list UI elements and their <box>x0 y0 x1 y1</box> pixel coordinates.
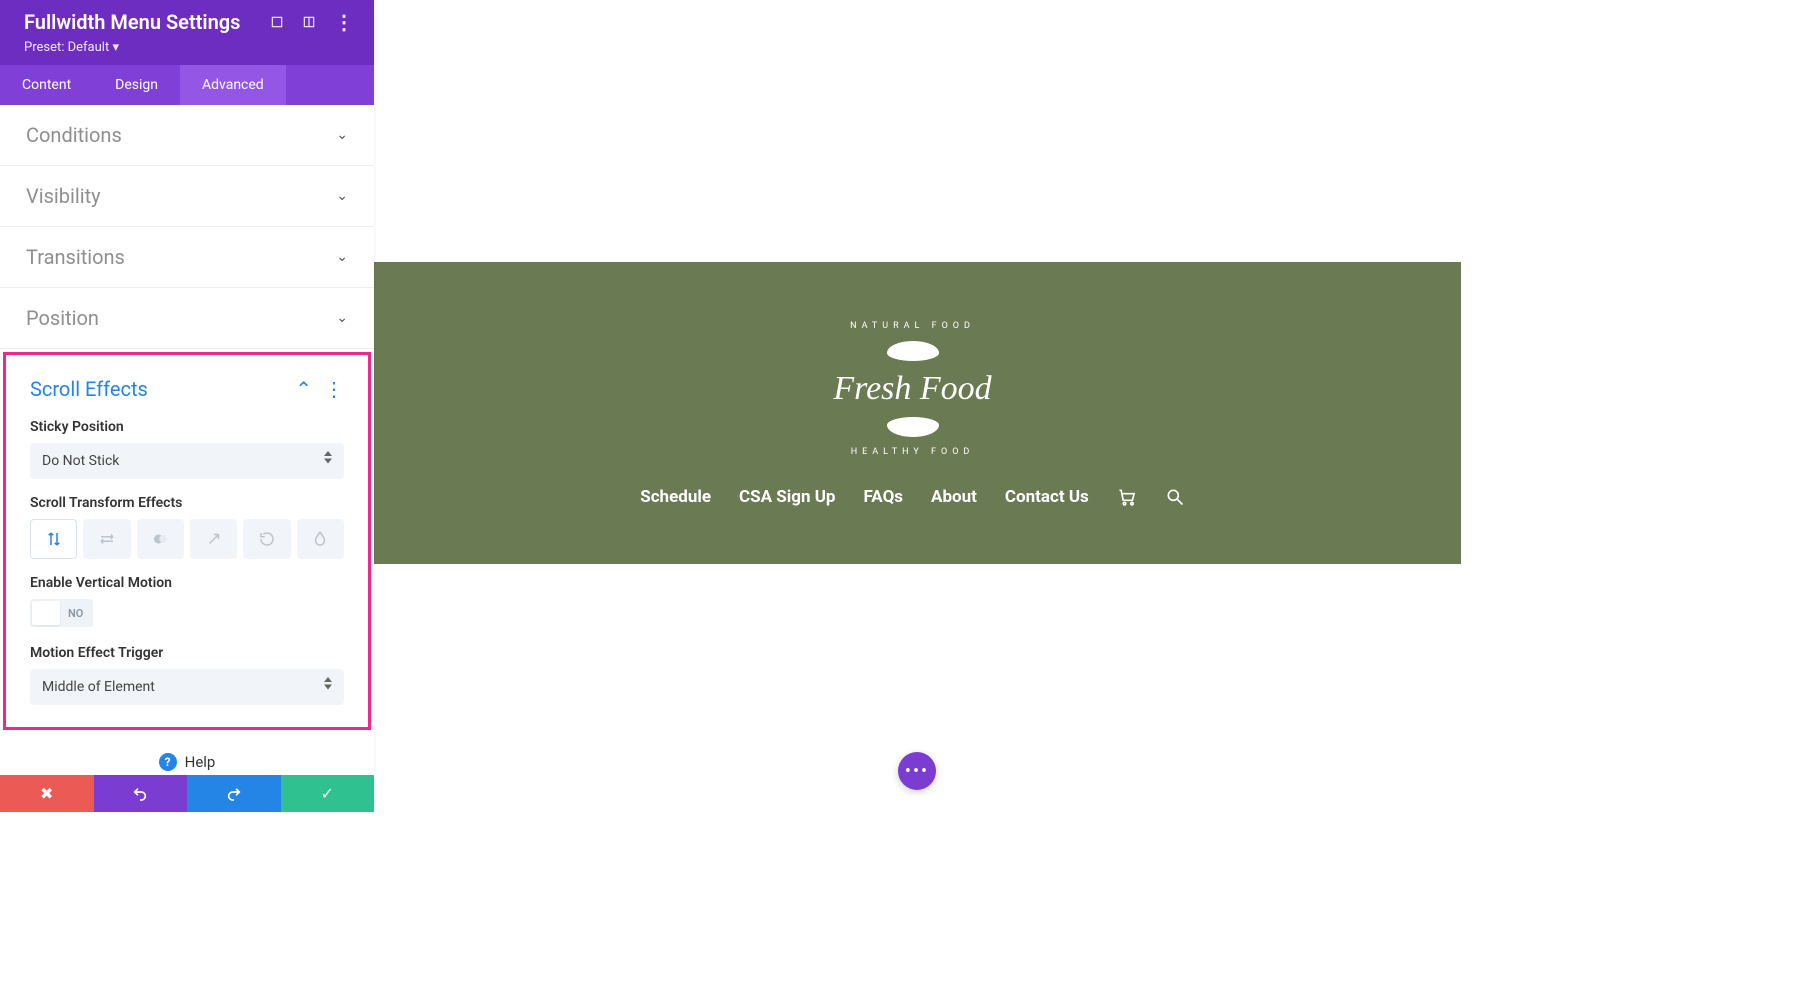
effect-rotate[interactable] <box>243 519 290 559</box>
close-button[interactable]: ✖ <box>0 775 94 812</box>
preview-menu-band: NATURAL FOOD Fresh Food HEALTHY FOOD Sch… <box>364 262 1461 564</box>
transform-effects-label: Scroll Transform Effects <box>30 495 344 511</box>
nav-about[interactable]: About <box>931 487 977 507</box>
toggle-label: NO <box>60 607 91 620</box>
tab-advanced[interactable]: Advanced <box>180 65 286 105</box>
section-conditions[interactable]: Conditions⌄ <box>0 105 374 165</box>
chevron-down-icon: ⌄ <box>336 127 348 143</box>
leaf-icon <box>887 341 939 361</box>
preview-logo: NATURAL FOOD Fresh Food HEALTHY FOOD <box>823 319 1003 459</box>
effect-vertical[interactable] <box>30 519 77 559</box>
panel-footer: ✖ ✓ <box>0 775 374 812</box>
vertical-motion-label: Enable Vertical Motion <box>30 575 344 591</box>
panel-header: Fullwidth Menu Settings ⋮ Preset: Defaul… <box>0 0 374 65</box>
chevron-down-icon: ⌄ <box>336 249 348 265</box>
settings-panel: Fullwidth Menu Settings ⋮ Preset: Defaul… <box>0 0 374 812</box>
nav-faqs[interactable]: FAQs <box>864 487 904 507</box>
panel-title: Fullwidth Menu Settings <box>24 10 240 34</box>
effect-fade[interactable] <box>137 519 184 559</box>
search-icon[interactable] <box>1165 487 1185 507</box>
columns-icon[interactable] <box>302 15 316 29</box>
chevron-down-icon: ⌄ <box>336 310 348 326</box>
chevron-up-icon: ⌃ <box>295 377 312 401</box>
sticky-position-select[interactable]: Do Not Stick <box>30 443 344 479</box>
section-transitions[interactable]: Transitions⌄ <box>0 227 374 287</box>
undo-button[interactable] <box>94 775 188 812</box>
nav-csa[interactable]: CSA Sign Up <box>739 487 835 507</box>
page-settings-fab[interactable]: ••• <box>898 752 936 790</box>
transform-effects-row <box>30 519 344 559</box>
expand-icon[interactable] <box>270 15 284 29</box>
more-icon[interactable]: ⋮ <box>334 10 354 34</box>
motion-trigger-select[interactable]: Middle of Element <box>30 669 344 705</box>
motion-trigger-label: Motion Effect Trigger <box>30 645 344 661</box>
redo-button[interactable] <box>187 775 281 812</box>
nav-contact[interactable]: Contact Us <box>1005 487 1089 507</box>
vertical-motion-toggle[interactable]: NO <box>30 599 93 627</box>
tab-content[interactable]: Content <box>0 65 93 105</box>
effect-horizontal[interactable] <box>83 519 130 559</box>
panel-sections: Conditions⌄ Visibility⌄ Transitions⌄ Pos… <box>0 105 374 775</box>
help-icon: ? <box>159 753 177 771</box>
section-scroll-effects[interactable]: Scroll Effects ⌃⋮ <box>6 355 368 411</box>
logo-name: Fresh Food <box>833 370 991 408</box>
effect-blur[interactable] <box>297 519 344 559</box>
section-scroll-effects-highlight: Scroll Effects ⌃⋮ Sticky Position Do Not… <box>3 352 371 730</box>
effect-scale[interactable] <box>190 519 237 559</box>
toggle-knob <box>32 601 60 625</box>
preset-dropdown[interactable]: Preset: Default ▾ <box>24 40 354 55</box>
preview-nav: Schedule CSA Sign Up FAQs About Contact … <box>640 487 1185 507</box>
sticky-position-label: Sticky Position <box>30 419 344 435</box>
more-icon[interactable]: ⋮ <box>324 377 344 401</box>
nav-schedule[interactable]: Schedule <box>640 487 711 507</box>
logo-arc-bottom: HEALTHY FOOD <box>823 447 1003 457</box>
save-button[interactable]: ✓ <box>281 775 375 812</box>
leaf-icon <box>887 417 939 437</box>
cart-icon[interactable] <box>1117 487 1137 507</box>
section-position[interactable]: Position⌄ <box>0 288 374 348</box>
logo-arc-top: NATURAL FOOD <box>823 321 1003 331</box>
chevron-down-icon: ⌄ <box>336 188 348 204</box>
panel-tabs: Content Design Advanced <box>0 65 374 105</box>
help-link[interactable]: ? Help <box>0 733 374 775</box>
tab-design[interactable]: Design <box>93 65 180 105</box>
section-visibility[interactable]: Visibility⌄ <box>0 166 374 226</box>
